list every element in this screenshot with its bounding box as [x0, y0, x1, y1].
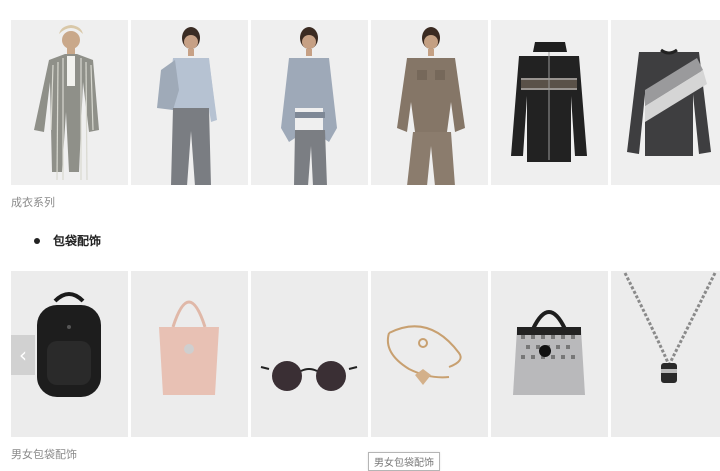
carousel-prev-button[interactable]: ‹: [11, 335, 35, 375]
blue-cropped-jacket-photo[interactable]: [131, 20, 248, 185]
apparel-gallery: [11, 20, 720, 185]
logo-handbag-photo[interactable]: [491, 271, 608, 437]
utility-jacket-photo[interactable]: [371, 20, 488, 185]
grey-sweater-photo[interactable]: [611, 20, 720, 185]
black-zip-jacket-photo[interactable]: [491, 20, 608, 185]
section-list-item: 包袋配饰: [34, 232, 101, 249]
plaid-suit-photo[interactable]: [11, 20, 128, 185]
belted-blazer-photo[interactable]: [251, 20, 368, 185]
caption-tooltip: 男女包袋配饰: [368, 452, 440, 471]
apparel-caption: 成衣系列: [11, 196, 55, 209]
sunglasses-photo[interactable]: [251, 271, 368, 437]
accessories-gallery: [11, 271, 720, 437]
section-title: 包袋配饰: [53, 234, 102, 248]
chain-necklace-photo[interactable]: [611, 271, 720, 437]
gold-bracelet-photo[interactable]: [371, 271, 488, 437]
accessories-caption: 男女包袋配饰: [11, 448, 77, 461]
bullet-icon: [34, 237, 40, 244]
pink-tote-photo[interactable]: [131, 271, 248, 437]
